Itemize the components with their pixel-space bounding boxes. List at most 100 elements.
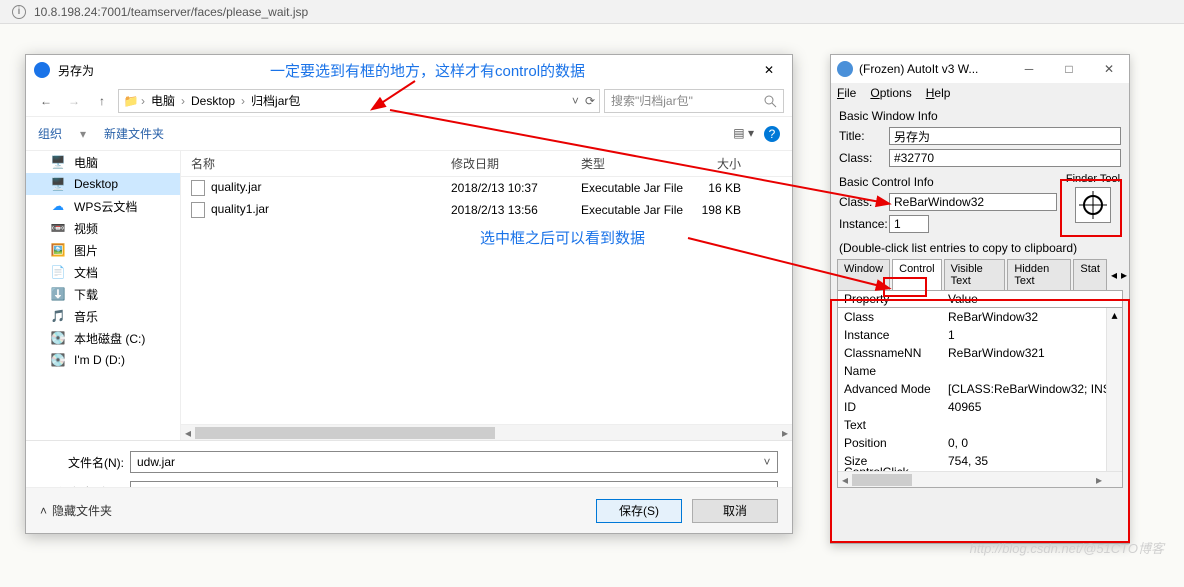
scroll-left-icon[interactable]: ◂ [838,472,852,488]
file-size-cell: 198 KB [691,203,761,217]
col-date[interactable]: 修改日期 [441,155,571,172]
scroll-right-icon[interactable]: ▸ [1092,472,1106,488]
prop-row[interactable]: ClassReBarWindow32 [838,308,1122,326]
bwi-title-field[interactable]: 另存为 [889,127,1121,145]
sidebar-item-music[interactable]: 🎵音乐 [26,305,180,327]
filename-input[interactable]: udw.jar˅ [130,451,778,473]
file-name-cell: quality1.jar [181,202,441,218]
up-button[interactable]: ↑ [90,89,114,113]
close-button[interactable]: ✕ [746,55,792,85]
file-row[interactable]: quality1.jar 2018/2/13 13:56 Executable … [181,199,792,221]
scrollbar-thumb[interactable] [195,427,495,439]
autoit-title: (Frozen) AutoIt v3 W... [859,62,1009,76]
prop-row[interactable]: Name [838,362,1122,380]
search-placeholder: 搜索"归档jar包" [611,92,693,109]
tab-stat[interactable]: Stat [1073,259,1107,290]
col-size[interactable]: 大小 [691,155,761,172]
finder-tool[interactable] [1075,187,1111,223]
prop-row[interactable]: Text [838,416,1122,434]
hide-folders-toggle[interactable]: ˄隐藏文件夹 [40,502,112,519]
chevron-up-icon: ˄ [40,504,47,518]
sidebar-item-label: 图片 [74,242,98,259]
refresh-icon[interactable]: ⟳ [585,94,595,108]
monitor-icon: 🖥️ [50,154,66,170]
prop-row[interactable]: Instance1 [838,326,1122,344]
sidebar-item-label: 音乐 [74,308,98,325]
sidebar-item-label: 电脑 [74,154,98,171]
menu-file[interactable]: File [837,86,856,100]
chevron-down-icon[interactable]: ˅ [759,453,775,471]
sidebar-item-label: Desktop [74,177,118,191]
dialog-titlebar[interactable]: 另存为 ✕ [26,55,792,85]
prop-row[interactable]: ClassnameNNReBarWindow321 [838,344,1122,362]
file-row[interactable]: quality.jar 2018/2/13 10:37 Executable J… [181,177,792,199]
tab-bar: Window Control Visible Text Hidden Text … [831,259,1129,290]
autoit-window: (Frozen) AutoIt v3 W... ─ □ ✕ File Optio… [830,54,1130,544]
bci-instance-field[interactable]: 1 [889,215,929,233]
sidebar: 🖥️ 电脑 🖥️Desktop ☁WPS云文档 📼视频 🖼️ 图片 📄文档 ⬇️下载… [26,151,181,440]
tabs-left-icon[interactable]: ◂ [1109,268,1119,282]
scrollbar-horizontal[interactable]: ◂▸ [838,471,1122,487]
breadcrumb[interactable]: 📁 › 电脑 › Desktop › 归档jar包 ˅⟳ [118,89,600,113]
sidebar-item-videos[interactable]: 📼视频 [26,217,180,239]
cancel-button[interactable]: 取消 [692,499,778,523]
sidebar-item-computer[interactable]: 🖥️ 电脑 [26,151,180,173]
organize-button[interactable]: 组织 [38,125,62,142]
col-name[interactable]: 名称 [181,155,441,172]
finder-tool-label: Finder Tool [1066,173,1120,185]
tabs-right-icon[interactable]: ▸ [1119,268,1129,282]
scrollbar-thumb[interactable] [852,474,912,486]
menu-options[interactable]: Options [870,86,911,100]
sidebar-item-d-drive[interactable]: 💽 I'm D (D:) [26,349,180,371]
file-type-cell: Executable Jar File [571,181,691,195]
tab-control[interactable]: Control [892,259,941,290]
scrollbar-horizontal[interactable]: ◂ ▸ [181,424,792,440]
sidebar-item-wps[interactable]: ☁WPS云文档 [26,195,180,217]
prop-row[interactable]: Position0, 0 [838,434,1122,452]
scrollbar-vertical[interactable]: ▴ [1106,308,1122,471]
tab-hidden-text[interactable]: Hidden Text [1007,259,1071,290]
menu-help[interactable]: Help [926,86,951,100]
sidebar-item-downloads[interactable]: ⬇️下载 [26,283,180,305]
col-type[interactable]: 类型 [571,155,691,172]
picture-icon: 🖼️ [50,242,66,258]
minimize-button[interactable]: ─ [1009,55,1049,83]
bwi-class-field[interactable]: #32770 [889,149,1121,167]
crumb-desktop[interactable]: Desktop [187,94,239,108]
search-input[interactable]: 搜索"归档jar包" [604,89,784,113]
basic-window-info-label: Basic Window Info [831,103,1129,125]
dialog-title: 另存为 [58,62,746,79]
prop-row[interactable]: ID40965 [838,398,1122,416]
drive-icon: 💽 [50,352,66,368]
sidebar-item-label: I'm D (D:) [74,353,125,367]
watermark: http://blog.csdn.net/@51CTO博客 [970,538,1164,557]
sidebar-item-documents[interactable]: 📄文档 [26,261,180,283]
crumb-root[interactable]: 电脑 [147,92,179,109]
sidebar-item-c-drive[interactable]: 💽本地磁盘 (C:) [26,327,180,349]
breadcrumb-dropdown-icon[interactable]: ˅ [572,94,579,108]
view-options-button[interactable]: ▤ ▾ [733,126,754,142]
autoit-titlebar[interactable]: (Frozen) AutoIt v3 W... ─ □ ✕ [831,55,1129,83]
save-button[interactable]: 保存(S) [596,499,682,523]
scroll-left-icon[interactable]: ◂ [181,425,195,441]
tab-visible-text[interactable]: Visible Text [944,259,1006,290]
help-icon[interactable]: ? [764,126,780,142]
bci-class-field[interactable]: ReBarWindow32 [889,193,1057,211]
sidebar-item-desktop[interactable]: 🖥️Desktop [26,173,180,195]
forward-button[interactable]: → [62,89,86,113]
sidebar-item-pictures[interactable]: 🖼️ 图片 [26,239,180,261]
crosshair-icon [1079,191,1107,219]
back-button[interactable]: ← [34,89,58,113]
tab-window[interactable]: Window [837,259,890,290]
maximize-button[interactable]: □ [1049,55,1089,83]
col-property[interactable]: Property [838,292,942,306]
new-folder-button[interactable]: 新建文件夹 [104,125,164,142]
scroll-right-icon[interactable]: ▸ [778,425,792,441]
url-text: 10.8.198.24:7001/teamserver/faces/please… [34,5,308,19]
col-value[interactable]: Value [942,292,978,306]
file-icon [191,202,205,218]
sidebar-item-label: WPS云文档 [74,198,137,215]
crumb-folder[interactable]: 归档jar包 [247,92,304,109]
prop-row[interactable]: Advanced Mode[CLASS:ReBarWindow32; INST [838,380,1122,398]
close-button[interactable]: ✕ [1089,55,1129,83]
